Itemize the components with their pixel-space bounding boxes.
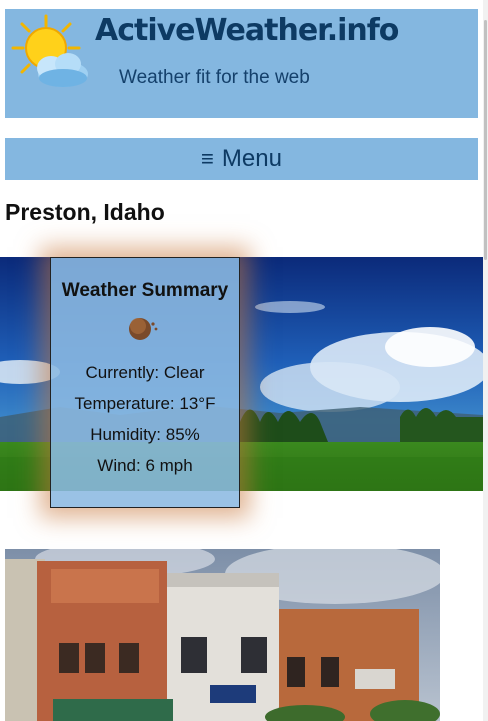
summary-temperature: Temperature: 13°F bbox=[74, 394, 216, 413]
summary-title: Weather Summary bbox=[61, 280, 229, 301]
site-title[interactable]: ActiveWeather.info bbox=[95, 13, 399, 48]
site-tagline: Weather fit for the web bbox=[119, 67, 310, 88]
menu-label: Menu bbox=[221, 145, 282, 172]
location-heading: Preston, Idaho bbox=[5, 199, 165, 225]
summary-wind: Wind: 6 mph bbox=[97, 456, 193, 475]
summary-humidity: Humidity: 85% bbox=[90, 425, 200, 444]
summary-currently: Currently: Clear bbox=[85, 363, 205, 382]
hamburger-icon: ≡ bbox=[201, 146, 214, 171]
scrollbar-thumb[interactable] bbox=[484, 20, 487, 260]
moon-icon bbox=[129, 318, 158, 340]
town-photo bbox=[5, 549, 440, 721]
site-header: ActiveWeather.info Weather fit for the w… bbox=[5, 9, 478, 118]
sun-cloud-icon[interactable] bbox=[11, 14, 89, 92]
menu-button[interactable]: ≡ Menu bbox=[5, 138, 478, 180]
weather-summary-card: Weather Summary Currently: Clear Tempera… bbox=[50, 257, 240, 508]
